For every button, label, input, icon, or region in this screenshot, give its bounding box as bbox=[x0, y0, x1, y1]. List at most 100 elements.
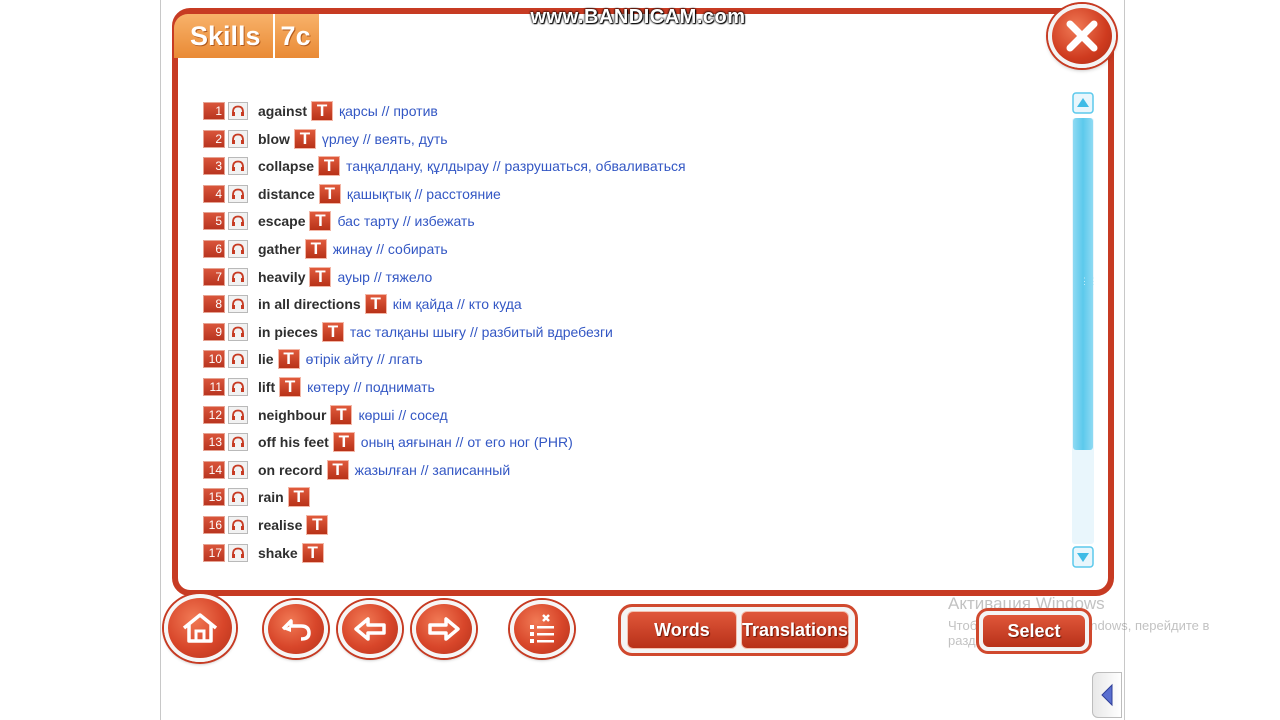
play-audio-button[interactable] bbox=[228, 185, 248, 203]
play-audio-button[interactable] bbox=[228, 488, 248, 506]
scroll-down-button[interactable] bbox=[1072, 546, 1094, 568]
back-button[interactable] bbox=[338, 600, 402, 658]
word-row: 14 on record Tжазылған // записанный bbox=[203, 459, 510, 481]
play-audio-button[interactable] bbox=[228, 323, 248, 341]
show-translation-button[interactable]: T bbox=[332, 432, 355, 452]
play-audio-button[interactable] bbox=[228, 212, 248, 230]
word-row: 13 off his feet Tоның аяғынан // от его но… bbox=[203, 431, 573, 453]
vocabulary-word: in pieces bbox=[258, 324, 318, 340]
translation-text: таңқалдану, құлдырау // разрушаться, обв… bbox=[346, 158, 686, 174]
undo-icon bbox=[281, 619, 311, 641]
headphones-icon bbox=[232, 160, 244, 171]
show-translation-button[interactable]: T bbox=[279, 377, 302, 397]
vocabulary-word: gather bbox=[258, 241, 301, 257]
translation-text: жазылған // записанный bbox=[354, 462, 511, 478]
word-row: 15 rain T bbox=[203, 486, 310, 508]
word-number: 9 bbox=[203, 323, 225, 341]
show-translation-button[interactable]: T bbox=[304, 239, 327, 259]
show-translation-button[interactable]: T bbox=[306, 515, 329, 535]
vocabulary-word: rain bbox=[258, 489, 284, 505]
word-number: 17 bbox=[203, 544, 225, 562]
translation-text: оның аяғынан // от его ног (PHR) bbox=[360, 434, 573, 450]
play-audio-button[interactable] bbox=[228, 268, 248, 286]
word-number: 3 bbox=[203, 157, 225, 175]
play-audio-button[interactable] bbox=[228, 406, 248, 424]
play-audio-button[interactable] bbox=[228, 157, 248, 175]
play-audio-button[interactable] bbox=[228, 295, 248, 313]
select-button[interactable]: Select bbox=[983, 615, 1085, 647]
show-translation-button[interactable]: T bbox=[301, 543, 324, 563]
headphones-icon bbox=[232, 436, 244, 447]
word-number: 4 bbox=[203, 185, 225, 203]
word-number: 16 bbox=[203, 516, 225, 534]
play-audio-button[interactable] bbox=[228, 544, 248, 562]
play-audio-button[interactable] bbox=[228, 350, 248, 368]
undo-button[interactable] bbox=[264, 600, 328, 658]
vocabulary-word: shake bbox=[258, 545, 298, 561]
headphones-icon bbox=[232, 215, 244, 226]
headphones-icon bbox=[232, 353, 244, 364]
play-audio-button[interactable] bbox=[228, 433, 248, 451]
close-button[interactable] bbox=[1048, 4, 1116, 68]
left-border-line bbox=[160, 0, 161, 720]
show-translation-button[interactable]: T bbox=[364, 294, 387, 314]
checklist-button[interactable] bbox=[510, 600, 574, 658]
section-title: Skills bbox=[174, 14, 275, 58]
play-audio-button[interactable] bbox=[228, 130, 248, 148]
vocabulary-word: collapse bbox=[258, 158, 315, 174]
checklist-icon bbox=[530, 614, 554, 643]
play-audio-button[interactable] bbox=[228, 516, 248, 534]
play-audio-button[interactable] bbox=[228, 240, 248, 258]
forward-button[interactable] bbox=[412, 600, 476, 658]
word-number: 2 bbox=[203, 130, 225, 148]
vocabulary-word: off his feet bbox=[258, 434, 329, 450]
translation-text: көтеру // поднимать bbox=[307, 379, 435, 395]
show-translation-button[interactable]: T bbox=[309, 211, 332, 231]
scroll-up-button[interactable] bbox=[1072, 92, 1094, 114]
vocabulary-word: on record bbox=[258, 462, 323, 478]
translation-text: көрші // сосед bbox=[358, 407, 448, 423]
play-audio-button[interactable] bbox=[228, 102, 248, 120]
vocabulary-word: distance bbox=[258, 186, 315, 202]
show-translation-button[interactable]: T bbox=[287, 487, 310, 507]
word-row: 9 in pieces Tтас талқаны шығу // разбитый … bbox=[203, 321, 613, 343]
translation-text: үрлеу // веять, дуть bbox=[321, 131, 448, 147]
show-translation-button[interactable]: T bbox=[311, 101, 334, 121]
show-translation-button[interactable]: T bbox=[309, 267, 332, 287]
recording-watermark: www.BANDICAM.com bbox=[530, 6, 746, 28]
word-row: 1 against Tқарсы // против bbox=[203, 100, 438, 122]
word-row: 16 realise T bbox=[203, 514, 329, 536]
show-translation-button[interactable]: T bbox=[326, 460, 349, 480]
translation-text: бас тарту // избежать bbox=[337, 213, 475, 229]
home-button[interactable] bbox=[164, 594, 236, 662]
words-button[interactable]: Words bbox=[627, 611, 737, 649]
headphones-icon bbox=[232, 547, 244, 558]
show-translation-button[interactable]: T bbox=[293, 129, 316, 149]
vocabulary-word: lie bbox=[258, 351, 274, 367]
play-audio-button[interactable] bbox=[228, 378, 248, 396]
show-translation-button[interactable]: T bbox=[318, 184, 341, 204]
translation-text: тас талқаны шығу // разбитый вдребезги bbox=[349, 324, 613, 340]
word-row: 2 blow Tүрлеу // веять, дуть bbox=[203, 128, 448, 150]
show-translation-button[interactable]: T bbox=[330, 405, 353, 425]
triangle-down-icon bbox=[1072, 546, 1094, 568]
word-row: 6 gather Tжинау // собирать bbox=[203, 238, 448, 260]
vocabulary-word: blow bbox=[258, 131, 290, 147]
show-translation-button[interactable]: T bbox=[277, 349, 300, 369]
show-translation-button[interactable]: T bbox=[321, 322, 344, 342]
headphones-icon bbox=[232, 491, 244, 502]
view-toggle: Words Translations bbox=[618, 604, 858, 656]
headphones-icon bbox=[232, 381, 244, 392]
word-number: 5 bbox=[203, 212, 225, 230]
side-panel-toggle[interactable] bbox=[1092, 672, 1122, 718]
translations-button[interactable]: Translations bbox=[740, 611, 849, 649]
show-translation-button[interactable]: T bbox=[318, 156, 341, 176]
headphones-icon bbox=[232, 133, 244, 144]
headphones-icon bbox=[232, 519, 244, 530]
close-icon bbox=[1066, 20, 1098, 52]
word-row: 5 escape Tбас тарту // избежать bbox=[203, 210, 475, 232]
headphones-icon bbox=[232, 298, 244, 309]
translation-text: ауыр // тяжело bbox=[337, 269, 433, 285]
word-row: 10 lie Tөтірік айту // лгать bbox=[203, 348, 423, 370]
play-audio-button[interactable] bbox=[228, 461, 248, 479]
